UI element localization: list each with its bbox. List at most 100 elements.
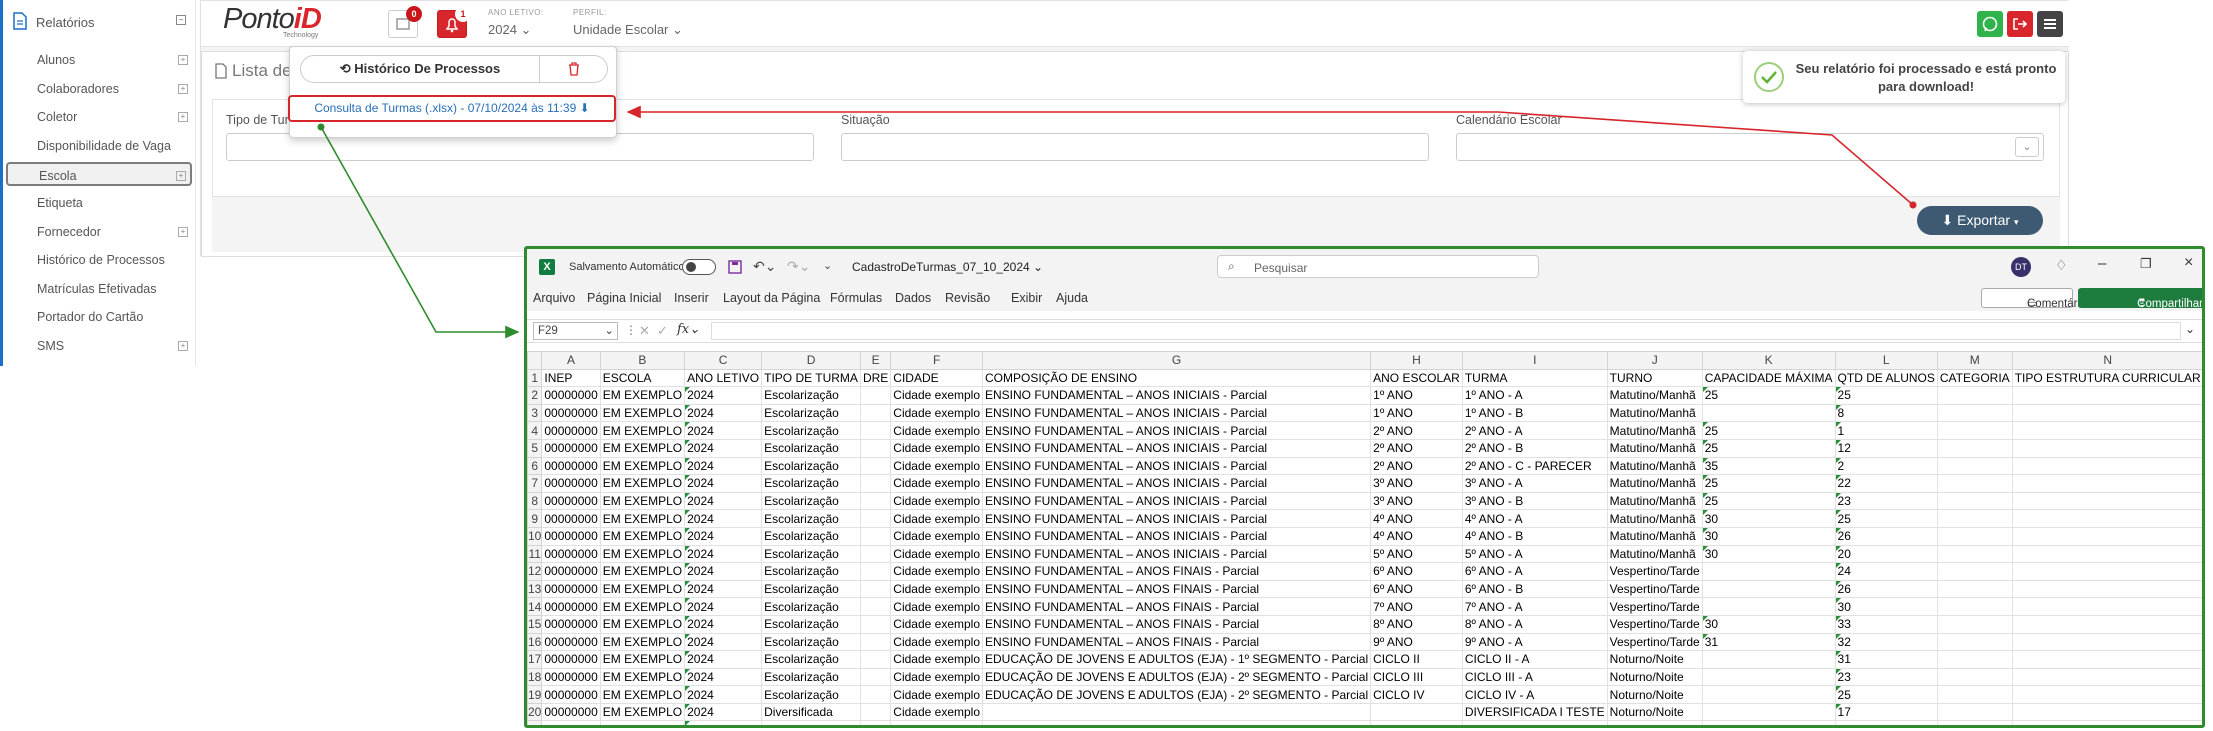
- cell[interactable]: Matutino/Manhã: [1606, 421, 1703, 440]
- column-header[interactable]: B: [599, 351, 686, 370]
- cell[interactable]: CICLO II - A: [1461, 650, 1608, 669]
- cell[interactable]: [859, 702, 892, 722]
- cell[interactable]: Cidade exemplo: [890, 667, 983, 687]
- cell[interactable]: 2º ANO - B: [1461, 438, 1608, 458]
- cell[interactable]: DRE: [859, 368, 892, 388]
- cell[interactable]: ENSINO FUNDAMENTAL – ANOS INICIAIS - Par…: [981, 421, 1372, 440]
- row-header[interactable]: 14: [527, 597, 543, 616]
- cell[interactable]: 00000000: [541, 544, 601, 564]
- cell[interactable]: [859, 526, 892, 546]
- sidebar-item-etiqueta[interactable]: Etiqueta: [6, 191, 192, 215]
- cell[interactable]: [859, 579, 892, 599]
- cell[interactable]: 00000000: [541, 632, 601, 652]
- cell[interactable]: EM EXEMPLO: [599, 632, 686, 652]
- row-header[interactable]: 16: [527, 632, 543, 652]
- cell[interactable]: Cidade exemplo: [890, 421, 983, 440]
- cell[interactable]: Vespertino/Tarde: [1606, 562, 1703, 581]
- cell[interactable]: EDUCAÇÃO DE JOVENS E ADULTOS (EJA) - 2º …: [981, 685, 1372, 704]
- cell[interactable]: [859, 685, 892, 704]
- export-button[interactable]: ⬇ Exportar ▾: [1917, 206, 2043, 235]
- sidebar-item-portador-do-cart-o[interactable]: Portador do Cartão: [6, 305, 192, 329]
- cell[interactable]: [859, 456, 892, 476]
- cell[interactable]: Matutino/Manhã: [1606, 544, 1703, 564]
- cell[interactable]: 2024: [684, 438, 763, 458]
- cell[interactable]: 3º ANO: [1370, 491, 1463, 511]
- cell[interactable]: [1701, 597, 1836, 616]
- cell[interactable]: 9º ANO - A: [1461, 632, 1608, 652]
- cell[interactable]: 1º ANO: [1370, 403, 1463, 423]
- cell[interactable]: [2011, 491, 2202, 511]
- cell[interactable]: 2024: [684, 650, 763, 669]
- cell[interactable]: 2024: [684, 509, 763, 528]
- cell[interactable]: ANO ESCOLAR: [1370, 368, 1463, 388]
- cell[interactable]: CICLO IV: [1370, 685, 1463, 704]
- sidebar-item-disponibilidade-de-vaga[interactable]: Disponibilidade de Vaga: [6, 134, 192, 158]
- cell[interactable]: [1936, 526, 2013, 546]
- cell[interactable]: 25: [1834, 509, 1938, 528]
- cell[interactable]: EM EXEMPLO: [599, 667, 686, 687]
- cell[interactable]: Matutino/Manhã: [1606, 456, 1703, 476]
- cell[interactable]: 2024: [684, 526, 763, 546]
- sidebar-item-hist-rico-de-processos[interactable]: Histórico de Processos: [6, 248, 192, 272]
- cell[interactable]: [859, 667, 892, 687]
- cell[interactable]: Matutino/Manhã: [1606, 386, 1703, 405]
- cell[interactable]: 2024: [684, 667, 763, 687]
- column-header[interactable]: K: [1701, 351, 1836, 370]
- sidebar-item-alunos[interactable]: Alunos +: [6, 48, 192, 72]
- cell[interactable]: TURNO: [1606, 368, 1703, 388]
- cell[interactable]: 1º ANO - B: [1461, 403, 1608, 423]
- cell[interactable]: Escolarização: [761, 438, 861, 458]
- redo-icon[interactable]: ↷⌄: [787, 258, 810, 275]
- cell[interactable]: 22: [1834, 474, 1938, 493]
- row-header[interactable]: 20: [527, 702, 543, 722]
- cell[interactable]: [859, 438, 892, 458]
- cell[interactable]: Matutino/Manhã: [1606, 403, 1703, 423]
- cell[interactable]: [859, 403, 892, 423]
- cell[interactable]: Cidade exemplo: [890, 597, 983, 616]
- cell[interactable]: EDUCAÇÃO DE JOVENS E ADULTOS (EJA) - 2º …: [981, 667, 1372, 687]
- cell[interactable]: Cidade exemplo: [890, 650, 983, 669]
- cell[interactable]: 1: [1834, 421, 1938, 440]
- cell[interactable]: ENSINO FUNDAMENTAL – ANOS INICIAIS - Par…: [981, 438, 1372, 458]
- confirm-formula-icon[interactable]: ✓: [657, 323, 668, 339]
- cell[interactable]: 4º ANO - B: [1461, 526, 1608, 546]
- cell[interactable]: Cidade exemplo: [890, 438, 983, 458]
- cell[interactable]: [2011, 650, 2202, 669]
- cell[interactable]: [761, 720, 861, 725]
- cell[interactable]: [1701, 702, 1836, 722]
- cell[interactable]: 25: [1701, 491, 1836, 511]
- cell[interactable]: Cidade exemplo: [890, 632, 983, 652]
- cell[interactable]: EM EXEMPLO: [599, 614, 686, 634]
- cell[interactable]: 25: [1834, 386, 1938, 405]
- function-icon[interactable]: fx⌄: [677, 322, 700, 337]
- messages-button[interactable]: 0: [388, 6, 422, 38]
- cell[interactable]: [2011, 438, 2202, 458]
- cell[interactable]: [859, 421, 892, 440]
- cell[interactable]: 2024: [684, 685, 763, 704]
- column-header[interactable]: M: [1936, 351, 2013, 370]
- spreadsheet-grid[interactable]: ABCDEFGHIJKLMNO1INEPESCOLAANO LETIVOTIPO…: [527, 351, 2202, 725]
- cell[interactable]: Cidade exemplo: [890, 386, 983, 405]
- cell[interactable]: Escolarização: [761, 544, 861, 564]
- cell[interactable]: Cidade exemplo: [890, 562, 983, 581]
- cell[interactable]: 30: [1701, 526, 1836, 546]
- cell[interactable]: EM EXEMPLO: [599, 421, 686, 440]
- cell[interactable]: EDUCAÇÃO DE JOVENS E ADULTOS (EJA) - 1º …: [981, 650, 1372, 669]
- cell[interactable]: [2011, 544, 2202, 564]
- column-header[interactable]: A: [541, 351, 601, 370]
- cell[interactable]: 2024: [684, 632, 763, 652]
- row-header[interactable]: 12: [527, 562, 543, 581]
- cell[interactable]: [859, 474, 892, 493]
- cell[interactable]: [1936, 720, 2013, 725]
- cell[interactable]: [1701, 650, 1836, 669]
- cell[interactable]: 2º ANO - A: [1461, 421, 1608, 440]
- cell[interactable]: [2011, 509, 2202, 528]
- ribbon-tab-f-rmulas[interactable]: Fórmulas: [830, 291, 882, 305]
- ribbon-tab-arquivo[interactable]: Arquivo: [533, 291, 575, 305]
- share-button[interactable]: ⇪ Compartilhamento ⌄: [2078, 288, 2202, 310]
- cell[interactable]: 00000000: [541, 491, 601, 511]
- cell[interactable]: 7º ANO - A: [1461, 597, 1608, 616]
- cell[interactable]: TIPO DE TURMA: [761, 368, 861, 388]
- cell[interactable]: EM EXEMPLO: [599, 474, 686, 493]
- cell[interactable]: Escolarização: [761, 562, 861, 581]
